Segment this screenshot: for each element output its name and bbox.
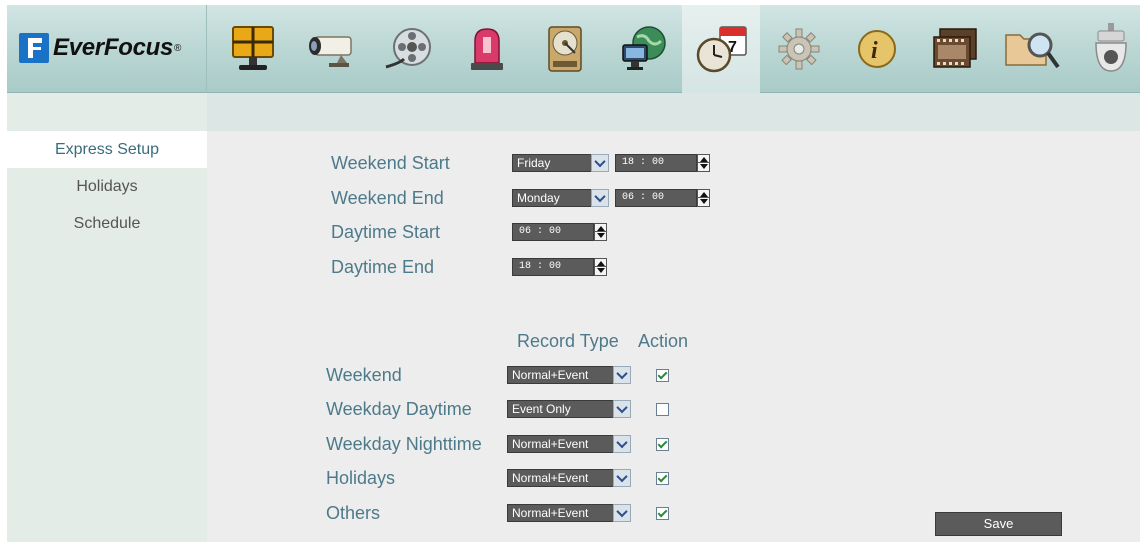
film-strip-icon (933, 28, 977, 68)
toolbar-search[interactable] (994, 5, 1072, 93)
film-reel-icon (385, 28, 431, 69)
row-label-others: Others (326, 503, 381, 523)
daytime-start-time-spinner[interactable] (594, 223, 607, 241)
sidebar-item-holidays[interactable]: Holidays (7, 168, 207, 205)
schedule-clock-calendar-icon: 7 (696, 26, 747, 73)
weekday-nighttime-action-checkbox[interactable] (656, 438, 669, 451)
toolbar-alarm[interactable] (448, 5, 526, 93)
monitor-layout-icon (232, 26, 274, 70)
weekday-nighttime-record-type-dropdown-icon[interactable] (613, 435, 631, 453)
weekday-daytime-action-checkbox[interactable] (656, 403, 669, 416)
main-toolbar: 7 i (214, 5, 1140, 93)
holidays-record-type-select[interactable]: Normal+Event (507, 469, 614, 487)
gear-icon (778, 28, 820, 70)
sidebar: Express Setup Holidays Schedule (7, 131, 207, 542)
others-record-type-dropdown-icon[interactable] (613, 504, 631, 522)
weekend-end-day-dropdown-icon[interactable] (591, 189, 609, 207)
toolbar-settings[interactable] (760, 5, 838, 93)
weekday-nighttime-record-type-select[interactable]: Normal+Event (507, 435, 614, 453)
row-label-weekday-nighttime: Weekday Nighttime (326, 434, 482, 454)
weekend-start-day-select[interactable]: Friday (512, 154, 592, 172)
header-divider (206, 5, 207, 93)
sidebar-item-express-setup[interactable]: Express Setup (7, 131, 207, 168)
toolbar-network[interactable] (604, 5, 682, 93)
brand-name: EverFocus (53, 34, 174, 61)
weekend-end-time-field[interactable]: 06 : 00 (615, 189, 697, 207)
daytime-end-time-spinner[interactable] (594, 258, 607, 276)
weekend-record-type-select[interactable]: Normal+Event (507, 366, 614, 384)
others-action-checkbox[interactable] (656, 507, 669, 520)
toolbar-playback[interactable] (916, 5, 994, 93)
holidays-record-type-dropdown-icon[interactable] (613, 469, 631, 487)
weekday-daytime-record-type-dropdown-icon[interactable] (613, 400, 631, 418)
svg-text:i: i (871, 38, 878, 64)
weekday-daytime-record-type-select[interactable]: Event Only (507, 400, 614, 418)
weekend-record-type-dropdown-icon[interactable] (613, 366, 631, 384)
search-folder-icon (1005, 32, 1060, 69)
toolbar-schedule[interactable]: 7 (682, 5, 760, 93)
brand-mark-icon (19, 33, 49, 63)
toolbar-info[interactable]: i (838, 5, 916, 93)
brand-registered-mark: ® (174, 42, 182, 54)
network-globe-icon (622, 26, 666, 70)
action-column-header: Action (638, 331, 689, 351)
toolbar-ptz[interactable] (1072, 5, 1140, 93)
weekend-start-label: Weekend Start (331, 153, 450, 173)
app-root: EverFocus ® 7 i Express Setup Holidays S… (0, 0, 1140, 542)
toolbar-display[interactable] (214, 5, 292, 93)
row-label-holidays: Holidays (326, 468, 396, 488)
camera-icon (309, 36, 352, 67)
sub-header-left (7, 93, 207, 131)
record-type-column-header: Record Type (517, 331, 619, 351)
daytime-end-time-field[interactable]: 18 : 00 (512, 258, 594, 276)
toolbar-camera[interactable] (292, 5, 370, 93)
main-content: Weekend Start Friday 18 : 00 Weekend End… (207, 131, 1140, 542)
sub-header-bar (7, 93, 1140, 131)
daytime-start-label: Daytime Start (331, 222, 441, 242)
daytime-start-time-field[interactable]: 06 : 00 (512, 223, 594, 241)
weekend-start-day-dropdown-icon[interactable] (591, 154, 609, 172)
hard-disk-icon (548, 26, 582, 72)
row-label-weekend: Weekend (326, 365, 402, 385)
weekend-action-checkbox[interactable] (656, 369, 669, 382)
others-record-type-select[interactable]: Normal+Event (507, 504, 614, 522)
daytime-end-label: Daytime End (331, 257, 435, 277)
info-icon: i (858, 30, 896, 68)
weekend-start-time-spinner[interactable] (697, 154, 710, 172)
everfocus-logo: EverFocus ® (19, 30, 181, 66)
toolbar-hdd[interactable] (526, 5, 604, 93)
holidays-action-checkbox[interactable] (656, 472, 669, 485)
header: EverFocus ® 7 i (7, 5, 1140, 93)
save-button[interactable]: Save (935, 512, 1062, 536)
weekend-end-label: Weekend End (331, 188, 444, 208)
dome-camera-icon (1095, 23, 1127, 72)
row-label-weekday-daytime: Weekday Daytime (326, 399, 472, 419)
weekend-end-time-spinner[interactable] (697, 189, 710, 207)
weekend-start-time-field[interactable]: 18 : 00 (615, 154, 697, 172)
alarm-light-icon (471, 28, 503, 70)
weekend-end-day-select[interactable]: Monday (512, 189, 592, 207)
toolbar-record[interactable] (370, 5, 448, 93)
sidebar-item-schedule[interactable]: Schedule (7, 205, 207, 242)
